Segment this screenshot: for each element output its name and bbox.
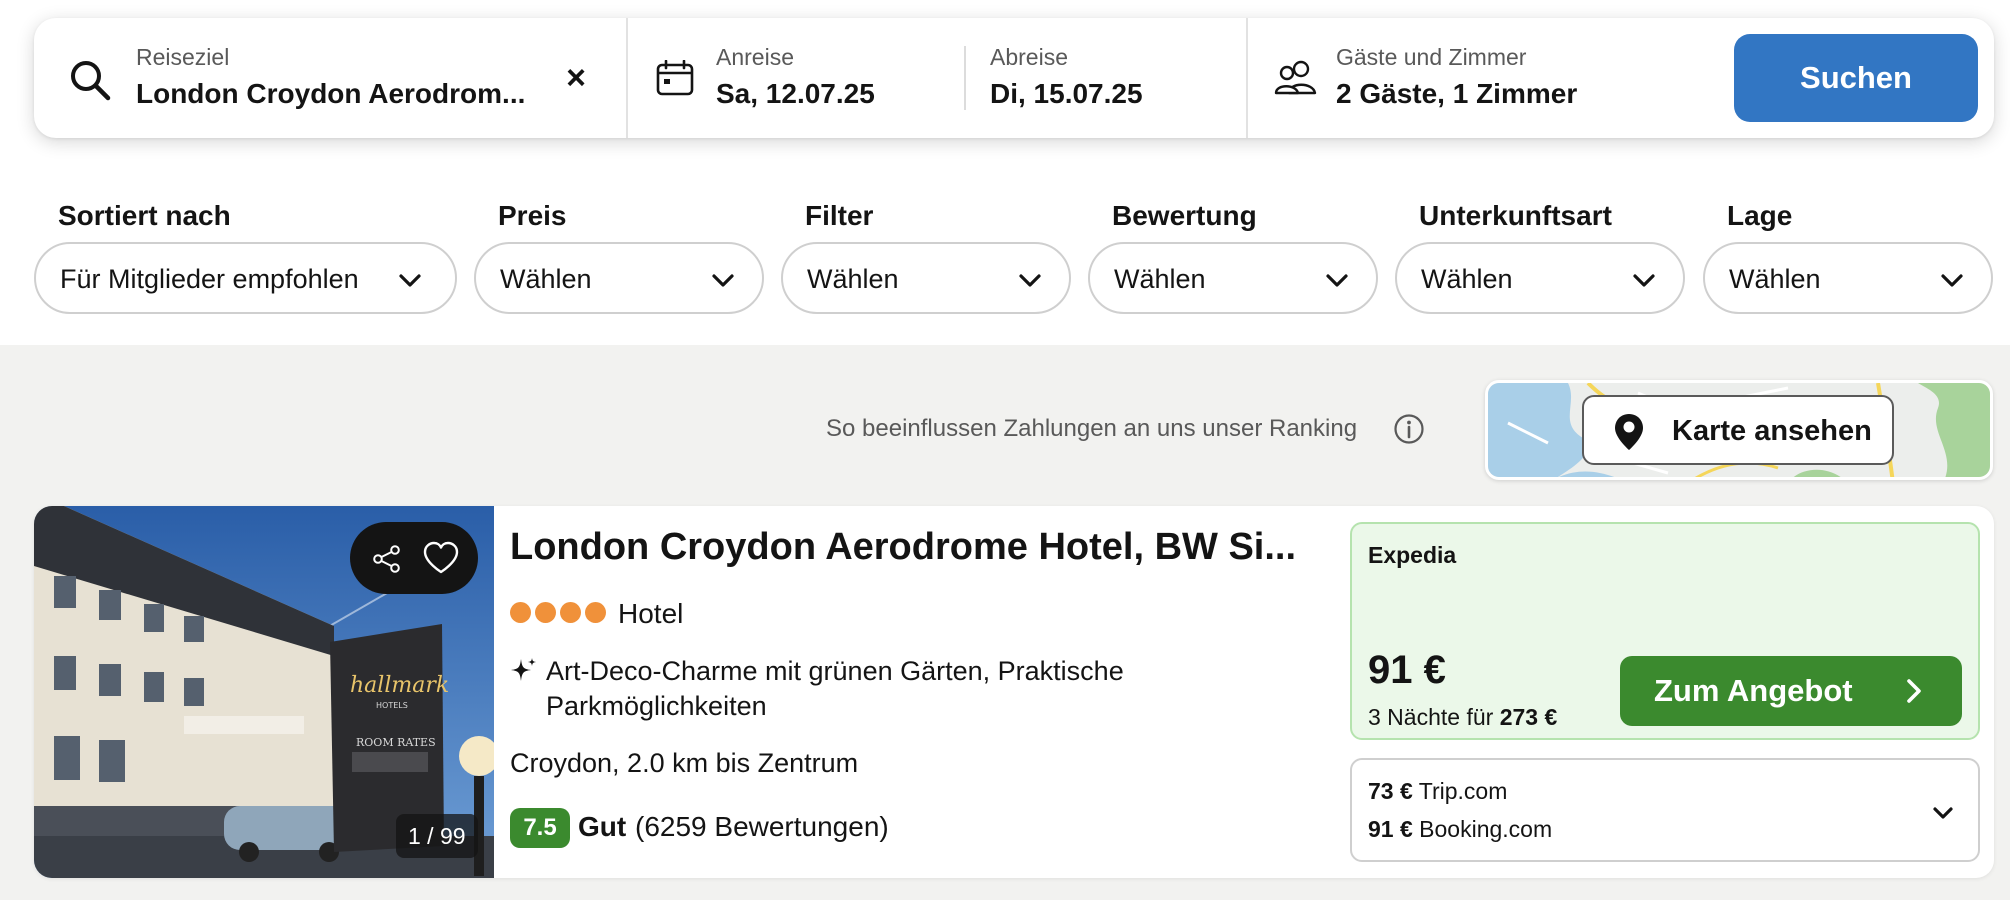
sparkle-icon [511, 658, 536, 681]
rating-score-badge: 7.5 [510, 808, 570, 848]
hotel-highlights: Art-Deco-Charme mit grünen Gärten, Prakt… [546, 656, 1124, 721]
offer-row[interactable]: 91 € Booking.com [1368, 816, 1552, 843]
search-bar: Reiseziel London Croydon Aerodrom... × A… [34, 18, 1994, 138]
share-favorite-group [350, 522, 478, 594]
chevron-right-icon [1907, 679, 1921, 703]
search-button[interactable]: Suchen [1734, 34, 1978, 122]
search-icon [71, 61, 111, 101]
filter-label: Sortiert nach [58, 200, 231, 231]
hotel-photo[interactable]: hallmark HOTELS ROOM RATES 1 / 99 [34, 506, 494, 878]
review-count[interactable]: (6259 Bewertungen) [635, 811, 889, 843]
ranking-note[interactable]: So beeinflussen Zahlungen an uns unser R… [826, 415, 1357, 443]
offer-price: 91 € [1368, 816, 1413, 842]
guests-label: Gäste und Zimmer [1336, 44, 1527, 70]
view-deal-label: Zum Angebot [1654, 673, 1853, 708]
star-icon [510, 602, 531, 623]
deal-nights-text: 3 Nächte für [1368, 704, 1494, 730]
chevron-down-icon [1326, 274, 1348, 287]
filter-label: Unterkunftsart [1419, 200, 1612, 231]
offer-provider: Booking.com [1419, 816, 1553, 842]
chevron-down-icon [1633, 274, 1655, 287]
deal-price: 91 € [1368, 648, 1446, 692]
star-icon [585, 602, 606, 623]
location-dropdown[interactable]: Wählen [1703, 242, 1993, 314]
checkout-value[interactable]: Di, 15.07.25 [990, 78, 1143, 110]
map-pin-icon [1615, 414, 1643, 450]
dropdown-value: Wählen [1114, 264, 1206, 294]
heart-icon[interactable] [422, 540, 460, 576]
view-map-button[interactable]: Karte ansehen [1582, 395, 1894, 465]
sort-dropdown[interactable]: Für Mitglieder empfohlen [34, 242, 457, 314]
filter-label: Bewertung [1112, 200, 1257, 231]
guests-icon [1274, 60, 1317, 95]
hotel-result-card[interactable]: hallmark HOTELS ROOM RATES 1 / 99 London… [34, 506, 1994, 878]
offer-row[interactable]: 73 € Trip.com [1368, 778, 1507, 805]
checkin-value[interactable]: Sa, 12.07.25 [716, 78, 875, 110]
star-rating [510, 602, 610, 623]
top-deal[interactable]: Expedia 91 € 3 Nächte für 273 € Zum Ange… [1350, 522, 1980, 740]
hotel-type: Hotel [618, 598, 684, 629]
clear-destination-button[interactable]: × [554, 56, 598, 100]
chevron-down-icon [399, 274, 421, 287]
hotel-name[interactable]: London Croydon Aerodrome Hotel, BW Si... [510, 526, 1340, 569]
price-dropdown[interactable]: Wählen [474, 242, 764, 314]
view-map-label: Karte ansehen [1672, 415, 1872, 447]
dropdown-value: Wählen [1729, 264, 1821, 294]
photo-sign-rates: ROOM RATES [356, 736, 436, 749]
offer-price: 73 € [1368, 778, 1413, 804]
destination-label: Reiseziel [136, 44, 230, 70]
chevron-down-icon [1019, 274, 1041, 287]
deal-total: 3 Nächte für 273 € [1368, 704, 1557, 731]
share-icon[interactable] [372, 544, 402, 574]
photo-sign-brand: hallmark [350, 673, 449, 698]
dropdown-value: Wählen [1421, 264, 1513, 294]
rating-dropdown[interactable]: Wählen [1088, 242, 1378, 314]
filter-label: Filter [805, 200, 874, 231]
checkout-label: Abreise [990, 44, 1068, 70]
offer-provider: Trip.com [1418, 778, 1508, 804]
deal-provider: Expedia [1368, 542, 1457, 568]
chevron-down-icon [1941, 274, 1963, 287]
guests-value[interactable]: 2 Gäste, 1 Zimmer [1336, 78, 1577, 110]
divider [626, 18, 628, 138]
divider [1246, 18, 1248, 138]
photo-sign-sub: HOTELS [376, 701, 408, 710]
chevron-down-icon[interactable] [1930, 800, 1956, 826]
filter-dropdown[interactable]: Wählen [781, 242, 1071, 314]
filter-label: Lage [1727, 200, 1793, 231]
hotel-location: Croydon, 2.0 km bis Zentrum [510, 748, 859, 778]
chevron-down-icon [712, 274, 734, 287]
filter-label: Preis [498, 200, 567, 231]
star-icon [535, 602, 556, 623]
accommodation-type-dropdown[interactable]: Wählen [1395, 242, 1685, 314]
rating-word: Gut [578, 811, 627, 842]
checkin-label: Anreise [716, 44, 794, 70]
dropdown-value: Für Mitglieder empfohlen [60, 264, 359, 294]
other-offers[interactable]: 73 € Trip.com 91 € Booking.com [1350, 758, 1980, 862]
dropdown-value: Wählen [500, 264, 592, 294]
photo-counter: 1 / 99 [396, 814, 478, 858]
calendar-icon [656, 60, 694, 96]
info-icon[interactable] [1393, 413, 1425, 445]
deal-total-price: 273 € [1499, 704, 1558, 730]
star-icon [560, 602, 581, 623]
view-deal-button[interactable]: Zum Angebot [1620, 656, 1962, 726]
dropdown-value: Wählen [807, 264, 899, 294]
destination-input[interactable]: London Croydon Aerodrom... [136, 78, 525, 110]
divider [964, 46, 966, 110]
